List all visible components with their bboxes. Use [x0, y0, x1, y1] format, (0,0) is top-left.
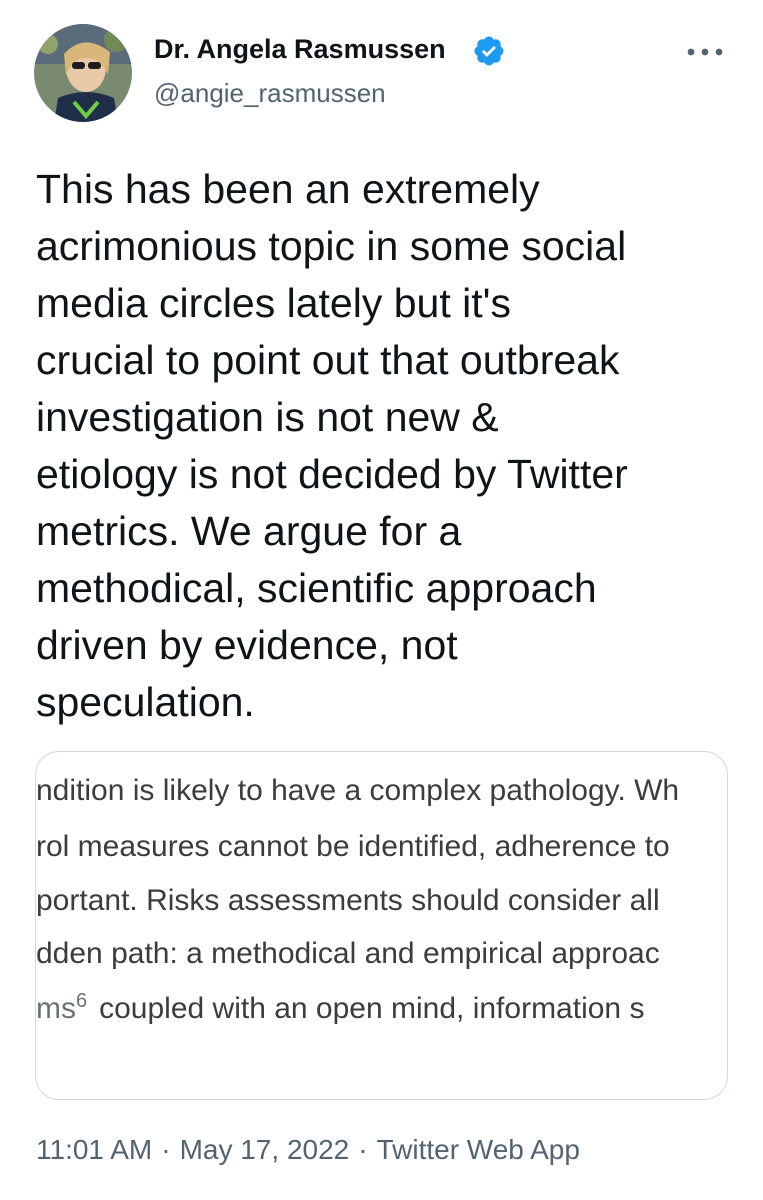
tweet-date: May 17, 2022	[179, 1134, 350, 1165]
more-options-icon[interactable]	[683, 40, 727, 64]
author-handle[interactable]: @angie_rasmussen	[154, 78, 386, 109]
image-text-fragment: ms	[36, 992, 76, 1025]
tweet-text-line: investigation is not new &	[36, 394, 499, 440]
separator: ·	[161, 1134, 171, 1165]
tweet-time-link[interactable]: 11:01 AM · May 17, 2022	[36, 1134, 349, 1165]
tweet-time: 11:01 AM	[36, 1134, 153, 1165]
avatar-image	[34, 24, 132, 122]
profile-avatar[interactable]	[34, 24, 132, 122]
tweet-text-line: crucial to point out that outbreak	[36, 337, 620, 383]
image-text-superscript: 6	[76, 990, 88, 1012]
image-text-line: rol measures cannot be identified, adher…	[36, 830, 670, 863]
tweet-text-line: methodical, scientific approach	[36, 565, 597, 611]
image-text-line: ms6 coupled with an open mind, informatio…	[36, 990, 644, 1026]
tweet-text-line: acrimonious topic in some social	[36, 223, 627, 269]
tweet-source: Twitter Web App	[376, 1134, 580, 1165]
image-text-line: ndition is likely to have a complex path…	[36, 774, 680, 807]
tweet-metadata: 11:01 AM · May 17, 2022 · Twitter Web App	[36, 1134, 580, 1166]
image-text-line: portant. Risks assessments should consid…	[36, 884, 660, 917]
separator: ·	[358, 1134, 368, 1165]
verified-badge-icon	[474, 36, 504, 66]
tweet-text-line: This has been an extremely	[36, 166, 540, 212]
tweet-text-line: media circles lately but it's	[36, 280, 511, 326]
tweet-text-line: etiology is not decided by Twitter	[36, 451, 628, 497]
tweet-text-line: driven by evidence, not	[36, 622, 458, 668]
tweet-text: This has been an extremely acrimonious t…	[36, 161, 746, 731]
image-text-line: dden path: a methodical and empirical ap…	[36, 937, 660, 970]
tweet-text-line: metrics. We argue for a	[36, 508, 462, 554]
image-text-fragment: coupled with an open mind, information s	[99, 992, 645, 1025]
tweet-text-line: speculation.	[36, 679, 255, 725]
attached-image-card[interactable]: ndition is likely to have a complex path…	[35, 751, 728, 1100]
author-display-name[interactable]: Dr. Angela Rasmussen	[154, 34, 446, 65]
